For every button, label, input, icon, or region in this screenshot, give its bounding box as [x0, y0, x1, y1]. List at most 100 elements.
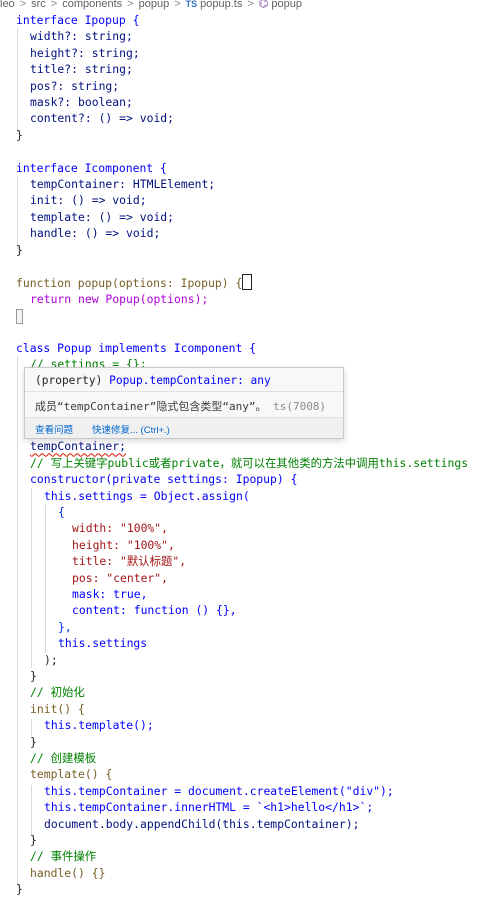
breadcrumb-file[interactable]: popup.ts [200, 0, 242, 10]
code-line: template() { [30, 766, 112, 782]
chevron-right-icon: > [19, 0, 27, 10]
breadcrumb: leo > src > components > popup > TS popup.ts > ⌬ pop… [0, 0, 302, 12]
breadcrumb-item[interactable]: components [62, 0, 122, 10]
code-line: content?: () => void; [30, 110, 174, 126]
breadcrumb-item[interactable]: leo [0, 0, 15, 10]
code-token: interface Ipopup { [16, 13, 140, 27]
code-token: document.body.appendChild(this.tempConta… [44, 816, 360, 831]
code-token: handle: () => void; [30, 226, 161, 241]
code-token: handle() {} [30, 865, 106, 880]
code-line: title: "默认标题", [72, 553, 186, 569]
code-line: // 创建模板 [30, 750, 96, 766]
code-line: handle: () => void; [30, 225, 160, 241]
code-token: init() { [30, 701, 85, 716]
code-token: this.tempContainer.innerHTML = `<h1>hell… [44, 800, 374, 815]
code-token: mask?: boolean; [30, 95, 133, 109]
code-line: height: "100%", [72, 537, 175, 553]
indent-guide [31, 785, 32, 835]
bracket-match-box [16, 309, 23, 324]
code-token: interface Icomponent { [16, 160, 167, 175]
breadcrumb-item[interactable]: src [31, 0, 46, 10]
code-line: this.template(); [44, 717, 154, 733]
code-line: } [30, 734, 37, 750]
code-token: this.template(); [44, 718, 154, 733]
code-token: // 创建模板 [30, 751, 97, 765]
chevron-right-icon: > [247, 0, 254, 10]
code-line: return new Popup(options); [30, 291, 208, 307]
hover-signature-prefix: (property) [35, 374, 110, 387]
code-line: this.tempContainer = document.createElem… [44, 783, 394, 799]
code-line: constructor(private settings: Ipopup) { [30, 471, 297, 487]
code-token: template() { [30, 767, 113, 782]
quick-fix-link[interactable]: 快速修复... (Ctrl+.) [92, 422, 170, 436]
code-token: constructor(private settings: Ipopup) { [30, 472, 298, 487]
code-line: this.settings [58, 635, 147, 651]
code-token: pos: "center", [72, 570, 169, 585]
code-token: tempContainer; [30, 439, 127, 454]
bracket-match-box [242, 274, 253, 291]
code-line: handle() {} [30, 865, 105, 881]
code-token: this.settings [58, 636, 148, 651]
code-line: pos: "center", [72, 570, 168, 586]
view-problem-link[interactable]: 查看问题 [35, 422, 73, 436]
code-token: init: () => void; [30, 193, 147, 208]
code-line: content: function () {}, [72, 602, 237, 618]
indent-guide [17, 356, 18, 886]
code-token: class Popup implements Icomponent { [16, 341, 257, 355]
code-token: this.tempContainer = document.createElem… [44, 783, 394, 798]
code-token: } [30, 833, 37, 847]
indent-guide [17, 28, 18, 134]
code-line: mask: true, [72, 586, 147, 602]
indent-guide [31, 488, 32, 668]
chevron-right-icon: > [127, 0, 134, 10]
hover-signature-body: Popup.tempContainer: any [109, 374, 271, 387]
code-token: width: "100%", [72, 521, 169, 536]
code-token: // 事件操作 [30, 849, 97, 864]
code-line: template: () => void; [30, 209, 174, 225]
code-line: } [16, 881, 23, 897]
code-line: height?: string; [30, 45, 140, 61]
code-line: document.body.appendChild(this.tempConta… [44, 816, 359, 832]
hover-signature: (property) Popup.tempContainer: any [35, 374, 271, 387]
hover-message-text: 成员“tempContainer”隐式包含类型“any”。 [35, 400, 267, 413]
code-token: ); [44, 652, 58, 667]
code-token: { [58, 505, 65, 519]
code-token: template: () => void; [30, 209, 175, 224]
hover-error-code: ts(7008) [273, 400, 327, 413]
code-line: mask?: boolean; [30, 94, 133, 110]
function-symbol-icon: ⌬ [258, 0, 269, 10]
breadcrumb-item[interactable]: popup [139, 0, 170, 10]
code-line: tempContainer; [30, 438, 126, 454]
code-line: width?: string; [30, 28, 133, 44]
code-line: function popup(options: Ipopup) { [16, 274, 253, 291]
hover-message: 成员“tempContainer”隐式包含类型“any”。 ts(7008) [35, 398, 326, 414]
code-token: // 写上关键字public或者private，就可以在其他类的方法中调用thi… [30, 455, 469, 470]
code-line: pos?: string; [30, 78, 119, 94]
breadcrumb-symbol[interactable]: popup [271, 0, 302, 10]
code-line: this.tempContainer.innerHTML = `<h1>hell… [44, 799, 373, 815]
code-token: pos?: string; [30, 78, 120, 93]
typescript-file-icon: TS [185, 0, 198, 9]
code-line: } [30, 668, 37, 684]
code-line: }, [58, 619, 72, 635]
code-line: } [30, 832, 37, 848]
code-line: tempContainer: HTMLElement; [30, 176, 215, 192]
code-token: } [30, 669, 37, 683]
indent-guide [45, 505, 46, 653]
code-line: interface Ipopup { [16, 12, 139, 28]
code-line: interface Icomponent { [16, 160, 167, 176]
hover-actions: 查看问题 快速修复... (Ctrl+.) [25, 417, 343, 438]
code-token: } [30, 734, 37, 749]
hover-divider [25, 391, 343, 392]
code-line: init: () => void; [30, 192, 147, 208]
code-token: } [16, 882, 23, 897]
code-line: { [58, 504, 65, 520]
hover-tooltip: (property) Popup.tempContainer: any 成员“t… [24, 367, 344, 439]
code-token: tempContainer: HTMLElement; [30, 177, 216, 191]
code-line: init() { [30, 701, 85, 717]
code-token: } [16, 242, 23, 257]
code-line: class Popup implements Icomponent { [16, 340, 256, 356]
code-line: title?: string; [30, 61, 133, 77]
code-token: height: "100%", [72, 537, 175, 552]
code-line: // 写上关键字public或者private，就可以在其他类的方法中调用thi… [30, 455, 468, 471]
